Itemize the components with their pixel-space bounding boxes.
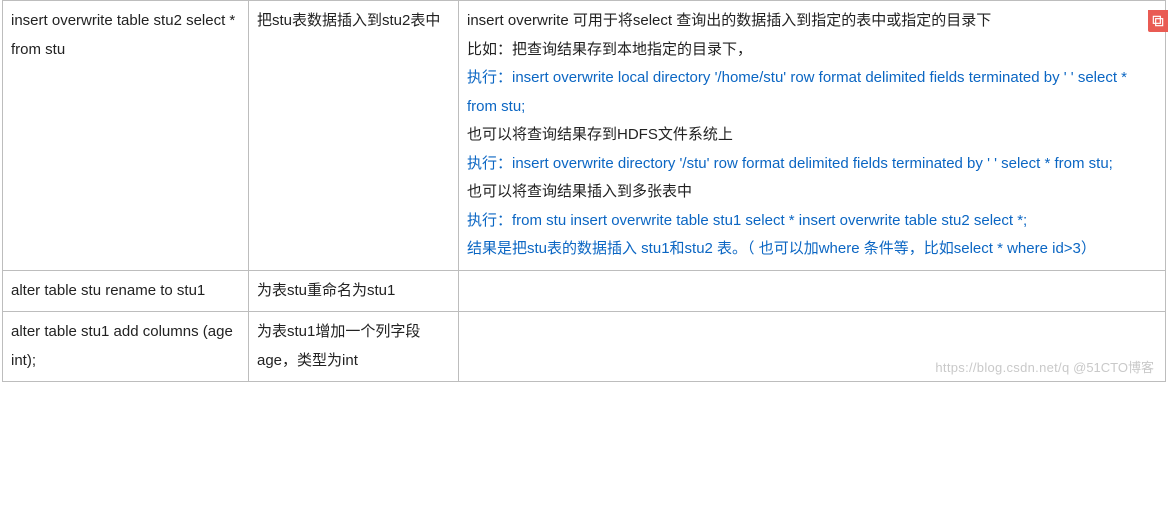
explanation-line: 执行：insert overwrite directory '/stu' row… xyxy=(467,150,1157,179)
explanation-segment: insert overwrite 可用于将select 查询出的数据插入到指定的… xyxy=(467,12,991,29)
command-cell: alter table stu1 add columns (age int); xyxy=(3,312,249,382)
description-cell: 为表stu1增加一个列字段age，类型为int xyxy=(249,312,459,382)
image-overlay-icon xyxy=(1148,10,1168,32)
command-cell: insert overwrite table stu2 select * fro… xyxy=(3,1,249,271)
explanation-cell: insert overwrite 可用于将select 查询出的数据插入到指定的… xyxy=(459,1,1166,271)
explanation-segment: 也可以将查询结果插入到多张表中 xyxy=(467,183,692,200)
explanation-line: 执行：insert overwrite local directory '/ho… xyxy=(467,64,1157,121)
table-row: insert overwrite table stu2 select * fro… xyxy=(3,1,1166,271)
explanation-line: 也可以将查询结果插入到多张表中 xyxy=(467,178,1157,207)
explanation-segment: 也可以将查询结果存到HDFS文件系统上 xyxy=(467,126,733,143)
table-row: alter table stu rename to stu1为表stu重命名为s… xyxy=(3,270,1166,312)
table-row: alter table stu1 add columns (age int);为… xyxy=(3,312,1166,382)
explanation-segment: 结果是把stu表的数据插入 stu1和stu2 表。（ 也可以加where 条件… xyxy=(467,240,1096,257)
explanation-segment: 执行：from stu insert overwrite table stu1 … xyxy=(467,212,1027,229)
description-cell: 把stu表数据插入到stu2表中 xyxy=(249,1,459,271)
explanation-line: 比如：把查询结果存到本地指定的目录下， xyxy=(467,36,1157,65)
explanation-line: 执行：from stu insert overwrite table stu1 … xyxy=(467,207,1157,236)
explanation-segment: 执行：insert overwrite directory '/stu' row… xyxy=(467,155,1113,172)
explanation-segment: 比如：把查询结果存到本地指定的目录下， xyxy=(467,41,752,58)
explanation-segment: 执行：insert overwrite local directory '/ho… xyxy=(467,69,1127,115)
explanation-line: 结果是把stu表的数据插入 stu1和stu2 表。（ 也可以加where 条件… xyxy=(467,235,1157,264)
explanation-cell xyxy=(459,312,1166,382)
explanation-line: insert overwrite 可用于将select 查询出的数据插入到指定的… xyxy=(467,7,1157,36)
command-cell: alter table stu rename to stu1 xyxy=(3,270,249,312)
explanation-cell xyxy=(459,270,1166,312)
sql-reference-table: insert overwrite table stu2 select * fro… xyxy=(2,0,1166,382)
description-cell: 为表stu重命名为stu1 xyxy=(249,270,459,312)
explanation-line: 也可以将查询结果存到HDFS文件系统上 xyxy=(467,121,1157,150)
